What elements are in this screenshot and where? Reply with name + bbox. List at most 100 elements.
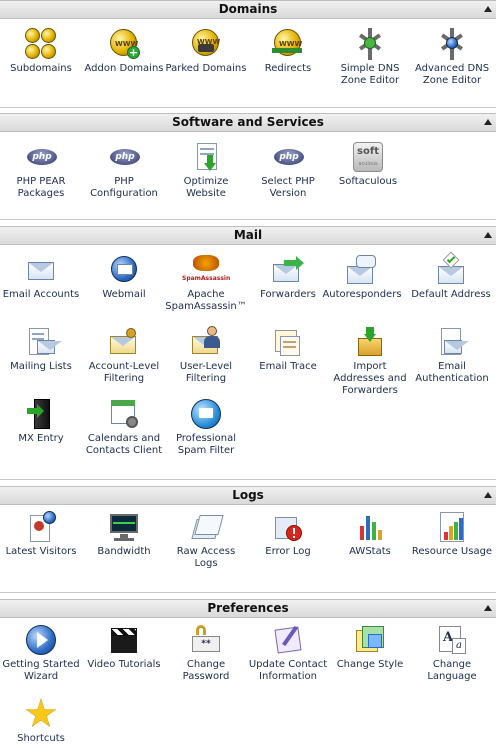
email-authentication-icon	[436, 326, 469, 358]
php-icon: php	[272, 141, 304, 173]
mx-entry-icon	[25, 398, 57, 430]
redirects-item[interactable]: WWW Redirects	[247, 28, 329, 75]
parked-domains-item[interactable]: WWW Parked Domains	[165, 28, 247, 75]
collapse-icon[interactable]	[484, 492, 492, 498]
group-divider	[0, 107, 496, 108]
mail-title: Mail	[233, 228, 263, 242]
spamassassin-logo: SpamAssassin	[182, 275, 231, 282]
softaculous-item[interactable]: soft aculous Softaculous	[327, 141, 409, 188]
domains-header[interactable]: Domains	[0, 0, 496, 19]
select-php-item[interactable]: php Select PHP Version	[247, 141, 329, 200]
autoresponders-item[interactable]: Autoresponders	[321, 254, 403, 301]
latest-visitors-label: Latest Visitors	[5, 546, 77, 557]
optimize-website-icon	[190, 141, 222, 173]
latest-visitors-item[interactable]: Latest Visitors	[0, 511, 82, 558]
webmail-item[interactable]: Webmail	[83, 254, 165, 301]
collapse-icon[interactable]	[484, 232, 492, 238]
raw-logs-label: Raw Access Logs	[176, 546, 236, 569]
wizard-item[interactable]: Getting Started Wizard	[0, 624, 82, 683]
contact-info-item[interactable]: Update Contact Information	[247, 624, 329, 683]
subdomains-icon	[25, 28, 57, 60]
bandwidth-label: Bandwidth	[97, 546, 151, 557]
resource-usage-item[interactable]: Resource Usage	[411, 511, 493, 558]
php-pear-item[interactable]: php PHP PEAR Packages	[0, 141, 82, 200]
softaculous-icon: soft aculous	[352, 141, 384, 173]
user-filtering-item[interactable]: User-Level Filtering	[165, 326, 247, 385]
software-title: Software and Services	[172, 115, 324, 129]
account-filtering-icon	[108, 326, 140, 358]
softaculous-logo: soft	[357, 146, 379, 157]
calendars-label: Calendars and Contacts Client	[85, 433, 163, 456]
spamassassin-icon: SpamAssassin	[182, 254, 230, 286]
preferences-title: Preferences	[207, 601, 289, 615]
addon-domains-icon: WWW +	[108, 28, 140, 60]
default-address-item[interactable]: Default Address	[410, 251, 492, 301]
import-addresses-label: Import Addresses and Forwarders	[333, 361, 407, 396]
account-filtering-item[interactable]: Account-Level Filtering	[83, 326, 165, 385]
change-password-item[interactable]: ** Change Password	[165, 624, 247, 683]
spam-filter-icon	[190, 398, 222, 430]
wizard-label: Getting Started Wizard	[2, 659, 80, 682]
change-language-item[interactable]: A a Change Language	[411, 624, 493, 683]
contact-info-icon	[272, 624, 304, 656]
forwarders-item[interactable]: Forwarders	[247, 254, 329, 301]
shortcuts-item[interactable]: Shortcuts	[0, 698, 82, 745]
advanced-dns-label: Advanced DNS Zone Editor	[414, 63, 490, 86]
collapse-icon[interactable]	[484, 605, 492, 611]
mail-header[interactable]: Mail	[0, 226, 496, 245]
php-icon: php	[25, 141, 57, 173]
mailing-lists-item[interactable]: Mailing Lists	[0, 326, 82, 373]
error-log-icon	[272, 511, 304, 543]
mail-group: Mail Email Accounts Webmail SpamAssassin…	[0, 226, 496, 480]
change-style-item[interactable]: Change Style	[329, 624, 411, 671]
spamassassin-item[interactable]: SpamAssassin Apache SpamAssassin™	[165, 254, 247, 313]
awstats-icon	[354, 511, 386, 543]
bandwidth-icon	[108, 511, 140, 543]
simple-dns-item[interactable]: Simple DNS Zone Editor	[329, 28, 411, 87]
optimize-website-label: Optimize Website	[183, 176, 229, 199]
php-config-item[interactable]: php PHP Configuration	[83, 141, 165, 200]
email-accounts-label: Email Accounts	[2, 289, 80, 300]
spam-filter-item[interactable]: Professional Spam Filter	[165, 398, 247, 457]
error-log-item[interactable]: Error Log	[247, 511, 329, 558]
parked-domains-icon: WWW	[190, 28, 222, 60]
software-header[interactable]: Software and Services	[0, 113, 496, 132]
collapse-icon[interactable]	[484, 119, 492, 125]
bandwidth-item[interactable]: Bandwidth	[83, 511, 165, 558]
addon-domains-item[interactable]: WWW + Addon Domains	[83, 28, 165, 75]
php-icon: php	[108, 141, 140, 173]
change-style-icon	[354, 624, 386, 656]
change-password-icon: **	[190, 624, 222, 656]
change-language-icon: A a	[436, 624, 468, 656]
spamassassin-label: Apache SpamAssassin™	[165, 289, 247, 312]
calendars-item[interactable]: Calendars and Contacts Client	[83, 398, 165, 457]
optimize-website-item[interactable]: Optimize Website	[165, 141, 247, 200]
video-tutorials-item[interactable]: Video Tutorials	[83, 624, 165, 671]
simple-dns-icon	[354, 28, 386, 60]
forwarders-icon	[272, 254, 304, 286]
raw-logs-item[interactable]: Raw Access Logs	[165, 511, 247, 570]
email-trace-icon	[272, 326, 304, 358]
email-accounts-icon	[25, 254, 57, 286]
logs-header[interactable]: Logs	[0, 486, 496, 505]
collapse-icon[interactable]	[484, 6, 492, 12]
resource-usage-label: Resource Usage	[411, 546, 493, 557]
domains-group: Domains Subdomains WWW + Addon Domains W…	[0, 0, 496, 108]
email-trace-item[interactable]: Email Trace	[247, 326, 329, 373]
advanced-dns-icon	[436, 28, 468, 60]
logs-group: Logs Latest Visitors Bandwidth Raw Acces…	[0, 486, 496, 593]
import-addresses-icon	[354, 326, 386, 358]
awstats-item[interactable]: AWStats	[329, 511, 411, 558]
subdomains-item[interactable]: Subdomains	[0, 28, 82, 75]
parked-domains-label: Parked Domains	[165, 63, 247, 74]
mx-entry-item[interactable]: MX Entry	[0, 398, 82, 445]
import-addresses-item[interactable]: Import Addresses and Forwarders	[329, 326, 411, 397]
email-accounts-item[interactable]: Email Accounts	[0, 254, 82, 301]
advanced-dns-item[interactable]: Advanced DNS Zone Editor	[411, 28, 493, 87]
user-filtering-label: User-Level Filtering	[179, 361, 233, 384]
calendars-icon	[108, 398, 140, 430]
preferences-header[interactable]: Preferences	[0, 599, 496, 618]
latest-visitors-icon	[25, 511, 57, 543]
awstats-label: AWStats	[349, 546, 391, 557]
email-authentication-item[interactable]: Email Authentication	[411, 326, 493, 385]
